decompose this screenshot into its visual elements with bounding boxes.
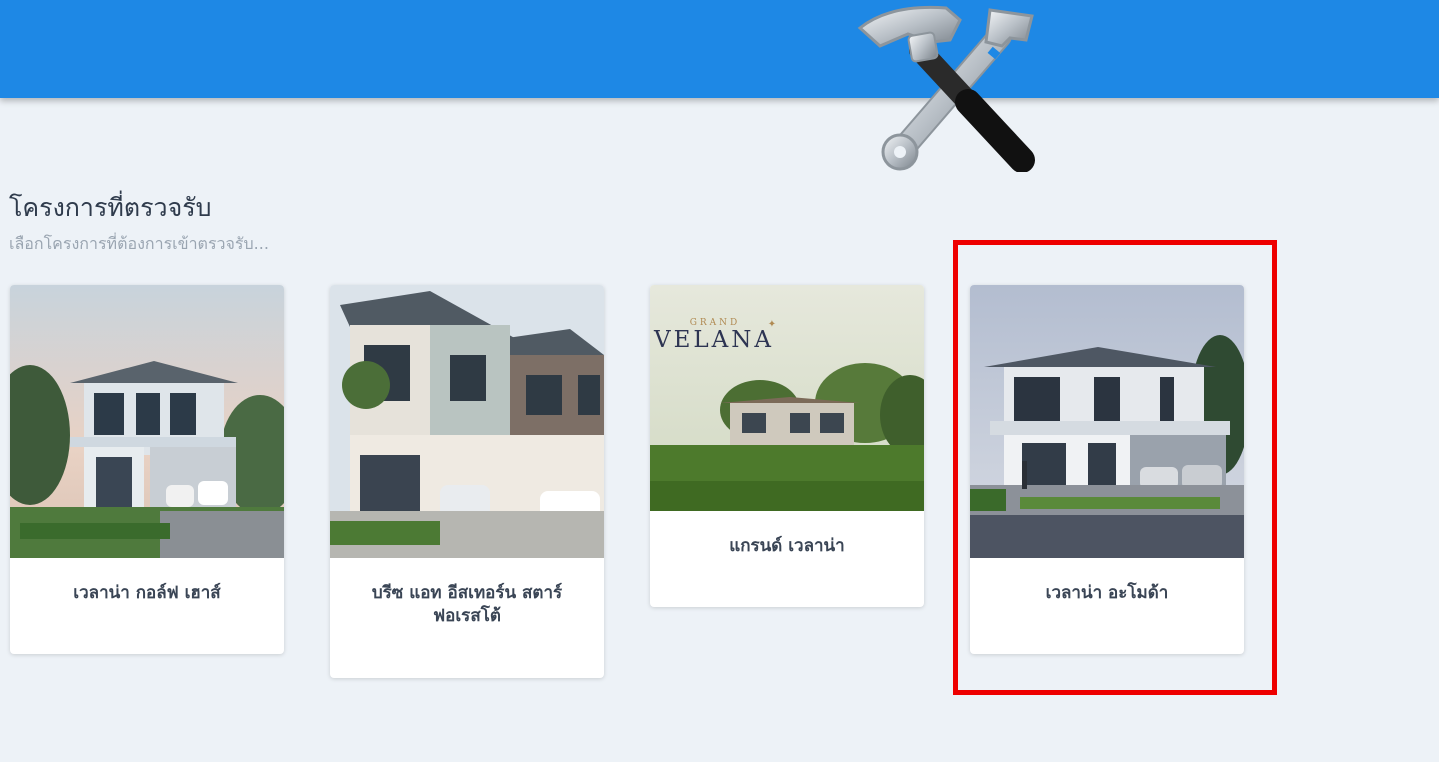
highlight-box (953, 240, 1277, 695)
page-title: โครงการที่ตรวจรับ (9, 193, 212, 222)
project-card-breeze[interactable]: บรีซ แอท อีสเทอร์น สตาร์ ฟอเรสโต้ (330, 285, 604, 678)
project-image-grand-velana: GRAND VELANA ✦ (650, 285, 924, 511)
top-app-bar (0, 0, 1439, 98)
project-card-golf-house[interactable]: เวลาน่า กอล์ฟ เฮาส์ (10, 285, 284, 654)
project-name-grand-velana: แกรนด์ เวลาน่า (729, 536, 845, 556)
project-name-breeze: บรีซ แอท อีสเทอร์น สตาร์ ฟอเรสโต้ (371, 583, 563, 626)
svg-text:✦: ✦ (768, 319, 776, 330)
project-image-golf-house (10, 285, 284, 558)
velana-logo-text: VELANA (653, 327, 774, 353)
page-subtitle: เลือกโครงการที่ต้องการเข้าตรวจรับ... (9, 234, 269, 253)
project-card-grand-velana[interactable]: GRAND VELANA ✦ แกรนด์ เวลาน่า (650, 285, 924, 607)
hammer-wrench-icon (857, 5, 1035, 172)
project-image-breeze (330, 285, 604, 558)
project-name-golf-house: เวลาน่า กอล์ฟ เฮาส์ (73, 583, 221, 603)
